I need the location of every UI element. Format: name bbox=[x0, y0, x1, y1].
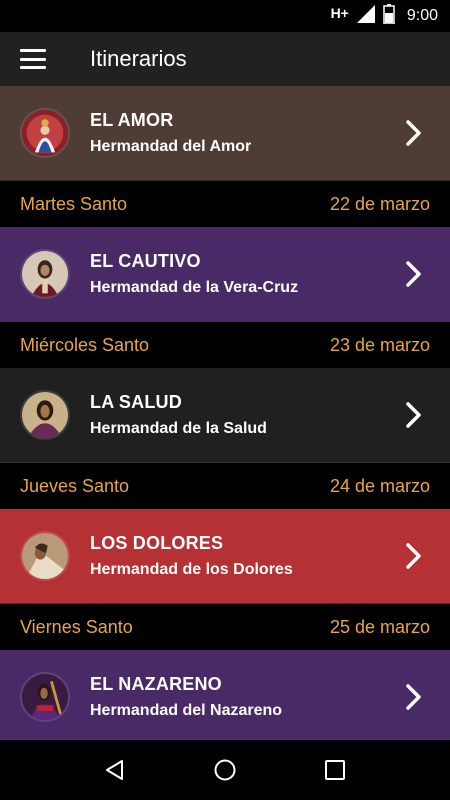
page-title: Itinerarios bbox=[90, 46, 187, 71]
list-item-el-amor[interactable]: EL AMOR Hermandad del Amor bbox=[0, 86, 450, 180]
day-date: 23 de marzo bbox=[329, 334, 430, 355]
list-item-la-salud[interactable]: LA SALUD Hermandad de la Salud bbox=[0, 368, 450, 462]
item-title: LOS DOLORES bbox=[90, 533, 224, 553]
clock: 9:00 bbox=[406, 7, 438, 24]
item-subtitle: Hermandad de los Dolores bbox=[90, 561, 293, 578]
network-type: H+ bbox=[330, 5, 349, 21]
day-name: Miércoles Santo bbox=[20, 334, 150, 355]
day-header: Martes Santo 22 de marzo bbox=[0, 180, 450, 227]
battery-icon bbox=[383, 3, 395, 29]
day-header: Viernes Santo 25 de marzo bbox=[0, 603, 450, 650]
item-title: LA SALUD bbox=[90, 392, 182, 412]
chevron-right-icon[interactable] bbox=[394, 395, 434, 435]
day-header: Miércoles Santo 23 de marzo bbox=[0, 321, 450, 368]
app-bar: Itinerarios bbox=[0, 32, 450, 86]
day-date: 25 de marzo bbox=[329, 616, 430, 637]
system-nav-bar bbox=[0, 740, 450, 800]
day-name: Viernes Santo bbox=[20, 616, 133, 637]
cautivo-avatar-icon bbox=[20, 249, 70, 299]
signal-icon bbox=[356, 4, 375, 28]
list-item-los-dolores[interactable]: LOS DOLORES Hermandad de los Dolores bbox=[0, 509, 450, 603]
recents-icon[interactable] bbox=[315, 750, 355, 790]
dolores-avatar-icon bbox=[20, 531, 70, 581]
itinerary-list[interactable]: EL AMOR Hermandad del Amor Martes Santo … bbox=[0, 86, 450, 744]
chevron-right-icon[interactable] bbox=[394, 113, 434, 153]
day-header: Jueves Santo 24 de marzo bbox=[0, 462, 450, 509]
day-name: Martes Santo bbox=[20, 193, 128, 214]
list-item-el-cautivo[interactable]: EL CAUTIVO Hermandad de la Vera-Cruz bbox=[0, 227, 450, 321]
day-date: 22 de marzo bbox=[329, 193, 430, 214]
item-subtitle: Hermandad de la Salud bbox=[90, 420, 267, 437]
virgin-avatar-icon bbox=[20, 108, 70, 158]
item-title: EL CAUTIVO bbox=[90, 251, 201, 271]
item-subtitle: Hermandad del Nazareno bbox=[90, 702, 283, 719]
home-icon[interactable] bbox=[205, 750, 245, 790]
day-date: 24 de marzo bbox=[329, 475, 430, 496]
day-name: Jueves Santo bbox=[20, 475, 130, 496]
nazareno-avatar-icon bbox=[20, 672, 70, 722]
list-item-el-nazareno[interactable]: EL NAZARENO Hermandad del Nazareno bbox=[0, 650, 450, 744]
item-title: EL AMOR bbox=[90, 110, 174, 130]
status-bar: H+ 9:00 bbox=[0, 0, 450, 32]
chevron-right-icon[interactable] bbox=[394, 254, 434, 294]
salud-avatar-icon bbox=[20, 390, 70, 440]
chevron-right-icon[interactable] bbox=[394, 536, 434, 576]
item-subtitle: Hermandad de la Vera-Cruz bbox=[90, 279, 299, 296]
item-title: EL NAZARENO bbox=[90, 674, 222, 694]
hamburger-menu-icon[interactable] bbox=[20, 49, 46, 69]
item-subtitle: Hermandad del Amor bbox=[90, 138, 252, 155]
back-icon[interactable] bbox=[95, 750, 135, 790]
chevron-right-icon[interactable] bbox=[394, 677, 434, 717]
